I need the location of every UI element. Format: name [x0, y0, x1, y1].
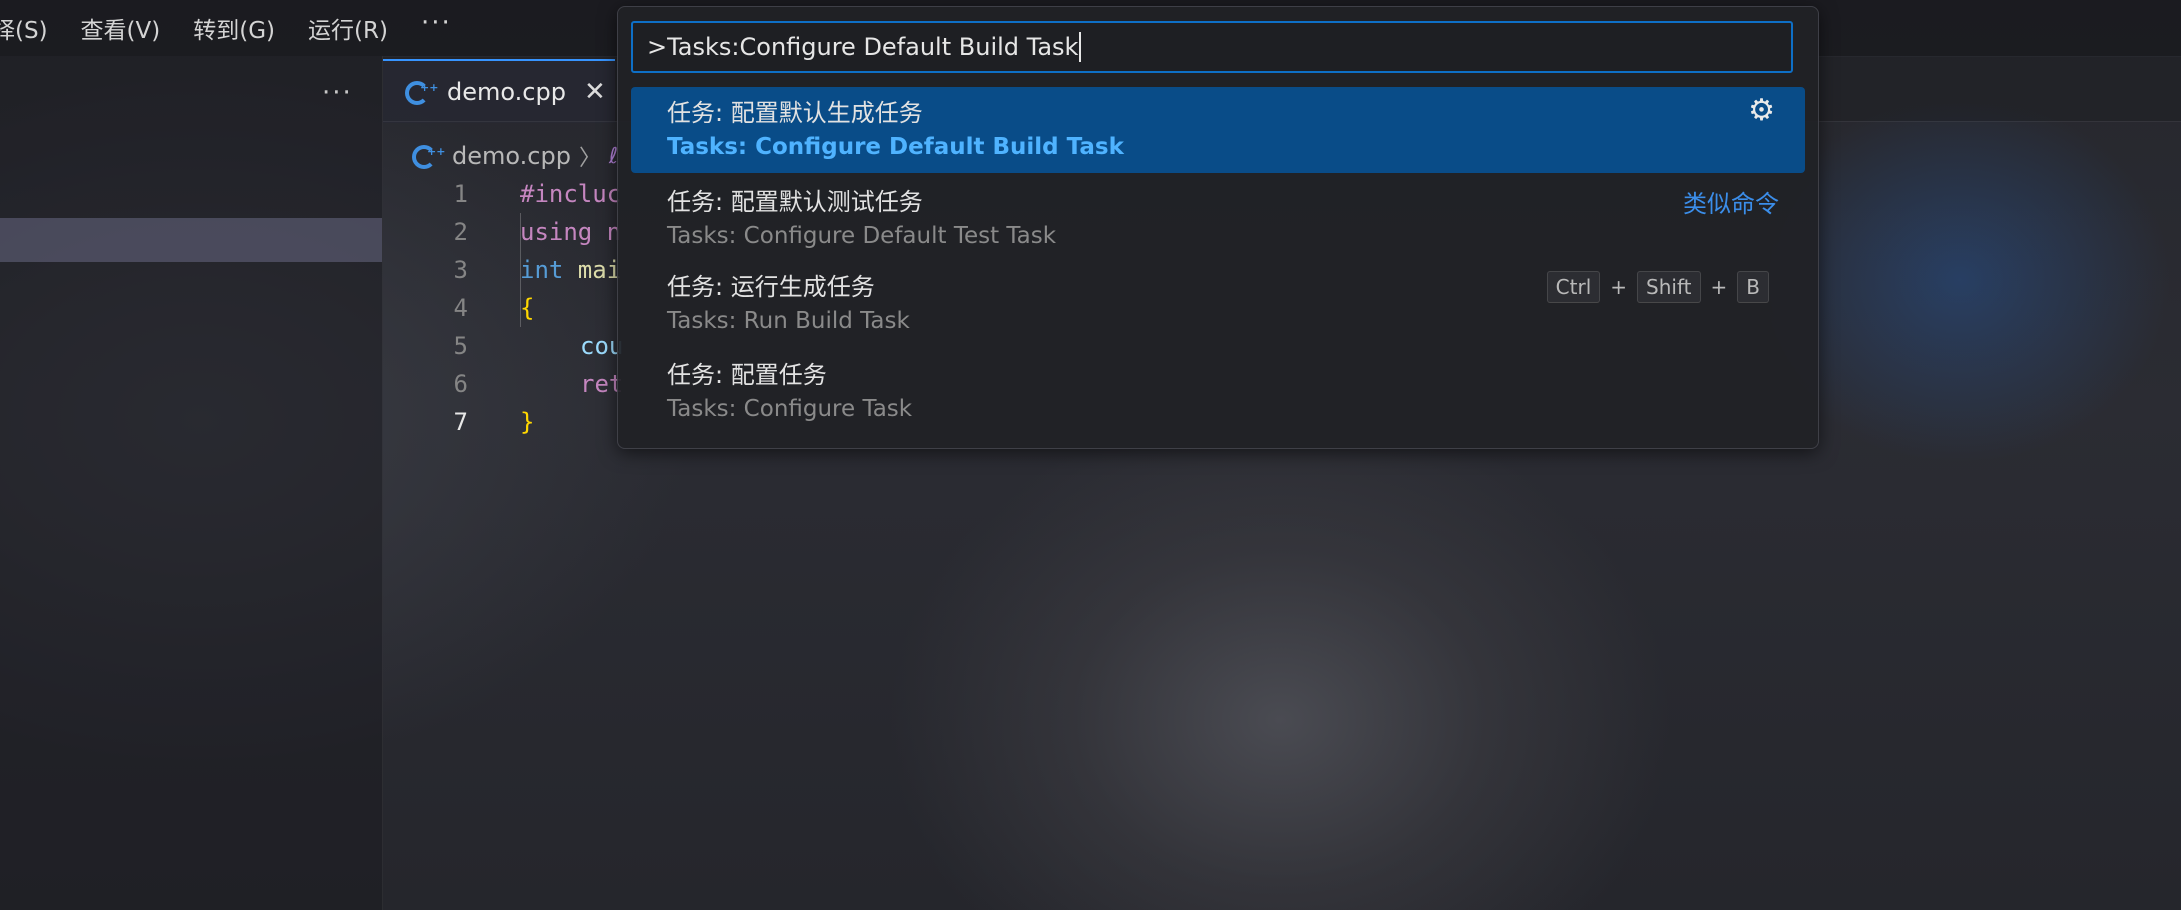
line-number: 3 — [453, 256, 468, 284]
code-line: 5 cou — [400, 327, 624, 365]
menu-selection[interactable]: 择(S) — [0, 11, 48, 45]
cpp-file-icon: ++ — [412, 143, 445, 169]
sidebar-selected-item[interactable] — [0, 218, 382, 262]
menu-more-icon[interactable]: ··· — [421, 8, 452, 38]
result-label: 任务: 配置任务 — [667, 361, 827, 389]
code-function: mai — [563, 256, 622, 284]
close-icon[interactable]: ✕ — [584, 77, 606, 107]
chevron-right-icon: 〉 — [578, 146, 601, 171]
line-number: 1 — [453, 180, 468, 208]
result-detail: Tasks: Configure Task — [667, 396, 913, 422]
key-b: B — [1737, 271, 1769, 303]
command-palette: > Tasks:Configure Default Build Task 任务: … — [617, 6, 1819, 449]
cpp-file-icon: ++ — [405, 79, 438, 105]
keybinding: Ctrl + Shift + B — [1546, 271, 1769, 303]
line-number: 6 — [453, 370, 468, 398]
command-result[interactable]: 任务: 运行生成任务 Tasks: Run Build Task Ctrl + … — [631, 261, 1805, 347]
key-ctrl: Ctrl — [1546, 271, 1601, 303]
text-caret — [1079, 32, 1082, 62]
command-query: Tasks:Configure Default Build Task — [667, 33, 1079, 61]
code-line: 3 int mai — [400, 251, 623, 289]
gear-icon[interactable]: ⚙ — [1748, 93, 1775, 128]
command-input[interactable]: > Tasks:Configure Default Build Task — [631, 21, 1793, 73]
line-number: 5 — [453, 332, 468, 360]
sidebar — [0, 56, 383, 910]
line-number: 2 — [453, 218, 468, 246]
breadcrumb-file[interactable]: demo.cpp — [452, 142, 571, 170]
sidebar-more-icon[interactable]: ··· — [322, 78, 353, 108]
result-detail: Tasks: Configure Default Test Task — [667, 223, 1057, 249]
line-number: 7 — [453, 408, 468, 436]
code-keyword: int — [520, 256, 564, 284]
code-text: { — [520, 294, 535, 322]
menu-run[interactable]: 运行(R) — [308, 11, 388, 45]
indent-guide — [520, 213, 521, 327]
code-line: 4 { — [400, 289, 623, 327]
command-prefix: > — [647, 33, 668, 61]
code-line: 7 } — [400, 403, 623, 441]
result-detail: Tasks: Run Build Task — [667, 308, 910, 334]
menu-view[interactable]: 查看(V) — [81, 11, 161, 45]
result-label: 任务: 配置默认生成任务 — [667, 99, 923, 127]
line-number: 4 — [453, 294, 468, 322]
key-plus: + — [1710, 275, 1728, 299]
result-label: 任务: 运行生成任务 — [667, 273, 875, 301]
command-result[interactable]: 任务: 配置默认生成任务 Tasks: Configure Default Bu… — [631, 87, 1805, 173]
key-plus: + — [1610, 275, 1628, 299]
key-shift: Shift — [1637, 271, 1701, 303]
code-text: } — [520, 408, 535, 436]
similar-commands-hint: 类似命令 — [1683, 190, 1779, 218]
command-result[interactable]: 任务: 配置任务 Tasks: Configure Task — [631, 349, 1805, 435]
result-label: 任务: 配置默认测试任务 — [667, 188, 923, 216]
menu-go[interactable]: 转到(G) — [193, 11, 275, 45]
code-line: 1 #incluc — [400, 175, 623, 213]
command-result[interactable]: 任务: 配置默认测试任务 Tasks: Configure Default Te… — [631, 176, 1805, 262]
code-line: 2 using n — [400, 213, 623, 251]
code-editor[interactable]: 1 #incluc 2 using n 3 int mai 4 { 5 cou … — [400, 175, 624, 441]
result-detail: Tasks: Configure Default Build Task — [667, 134, 1124, 160]
tab-label: demo.cpp — [447, 78, 566, 106]
breadcrumb: ++ demo.cpp 〉 ℓ — [412, 138, 618, 174]
tab-demo-cpp[interactable]: ++ demo.cpp ✕ — [383, 59, 615, 123]
code-keyword: using — [520, 218, 593, 246]
code-line: 6 ret — [400, 365, 624, 403]
code-text: #incluc — [520, 180, 622, 208]
